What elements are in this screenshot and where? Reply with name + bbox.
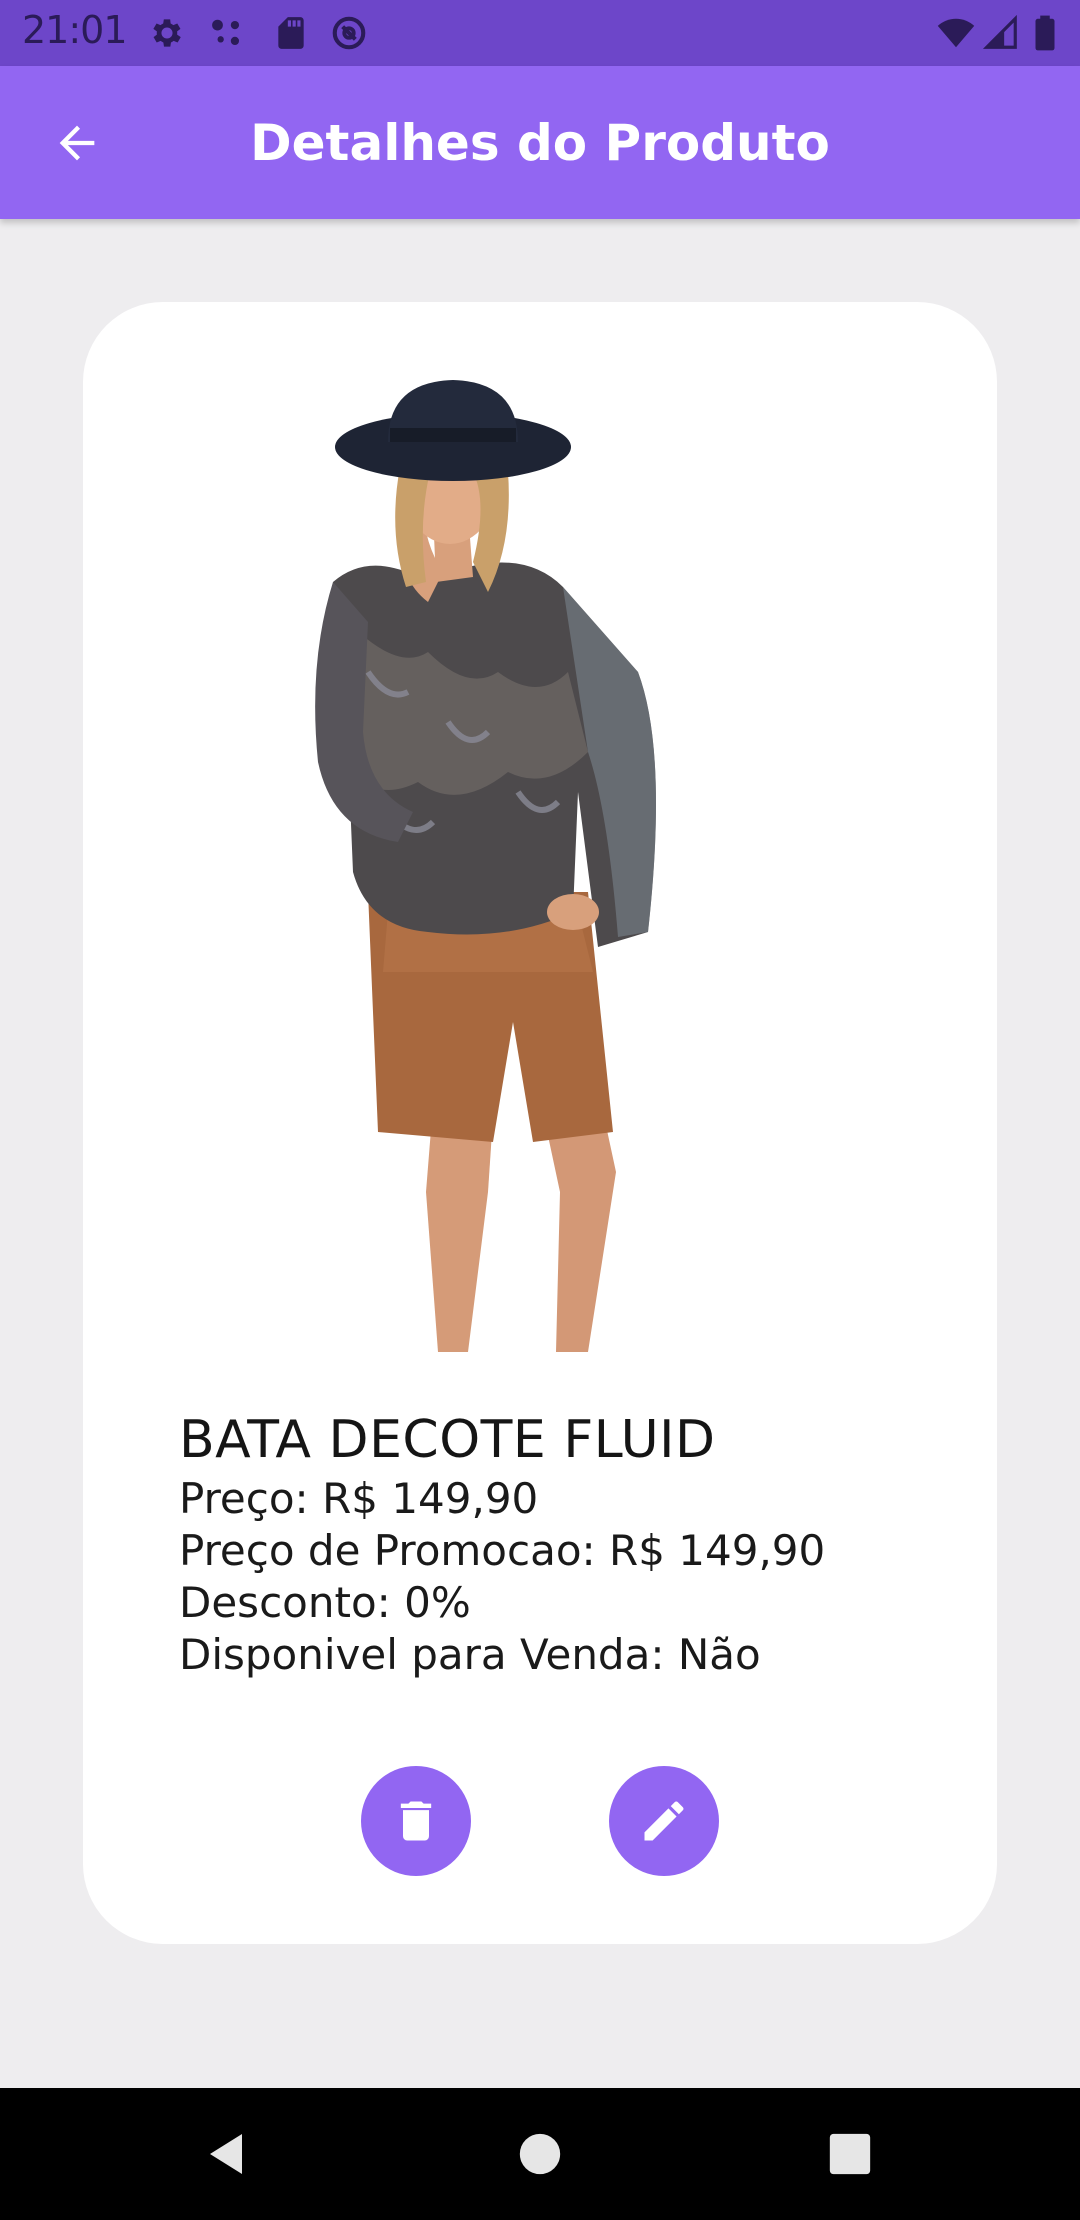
edit-button[interactable] — [609, 1766, 719, 1876]
sd-card-icon — [278, 17, 304, 49]
product-details: BATA DECOTE FLUID Preço: R$ 149,90 Preço… — [179, 1407, 825, 1681]
system-nav-bar — [0, 2088, 1080, 2220]
gear-icon — [153, 19, 181, 47]
status-time: 21:01 — [22, 8, 128, 52]
nav-home-button[interactable] — [508, 2122, 572, 2186]
nav-recents-button[interactable] — [818, 2122, 882, 2186]
nav-back-button[interactable] — [194, 2122, 258, 2186]
back-triangle-icon — [210, 2134, 242, 2174]
at-sign-icon — [332, 16, 366, 50]
price-text: Preço: R$ 149,90 — [179, 1474, 539, 1523]
app-bar: Detalhes do Produto — [0, 66, 1080, 219]
trash-icon — [400, 1801, 432, 1841]
wifi-icon — [937, 18, 975, 48]
delete-button[interactable] — [361, 1766, 471, 1876]
discount-text: Desconto: 0% — [179, 1578, 471, 1627]
promo-price-text: Preço de Promocao: R$ 149,90 — [179, 1526, 826, 1575]
recents-square-icon — [829, 2133, 871, 2175]
product-image — [168, 372, 928, 1352]
pencil-icon — [644, 1801, 684, 1841]
availability-text: Disponivel para Venda: Não — [179, 1630, 761, 1679]
product-card: BATA DECOTE FLUID Preço: R$ 149,90 Preço… — [83, 302, 997, 1944]
home-circle-icon — [519, 2133, 561, 2175]
product-name: BATA DECOTE FLUID — [179, 1410, 716, 1470]
screen: 21:01 Detalhes do Produto BATA DECOTE FL… — [0, 0, 1080, 2220]
battery-icon — [1035, 15, 1055, 51]
signal-icon — [982, 14, 1017, 49]
hub-icon — [212, 19, 240, 46]
status-bar: 21:01 — [0, 0, 1080, 66]
page-title: Detalhes do Produto — [250, 114, 830, 172]
